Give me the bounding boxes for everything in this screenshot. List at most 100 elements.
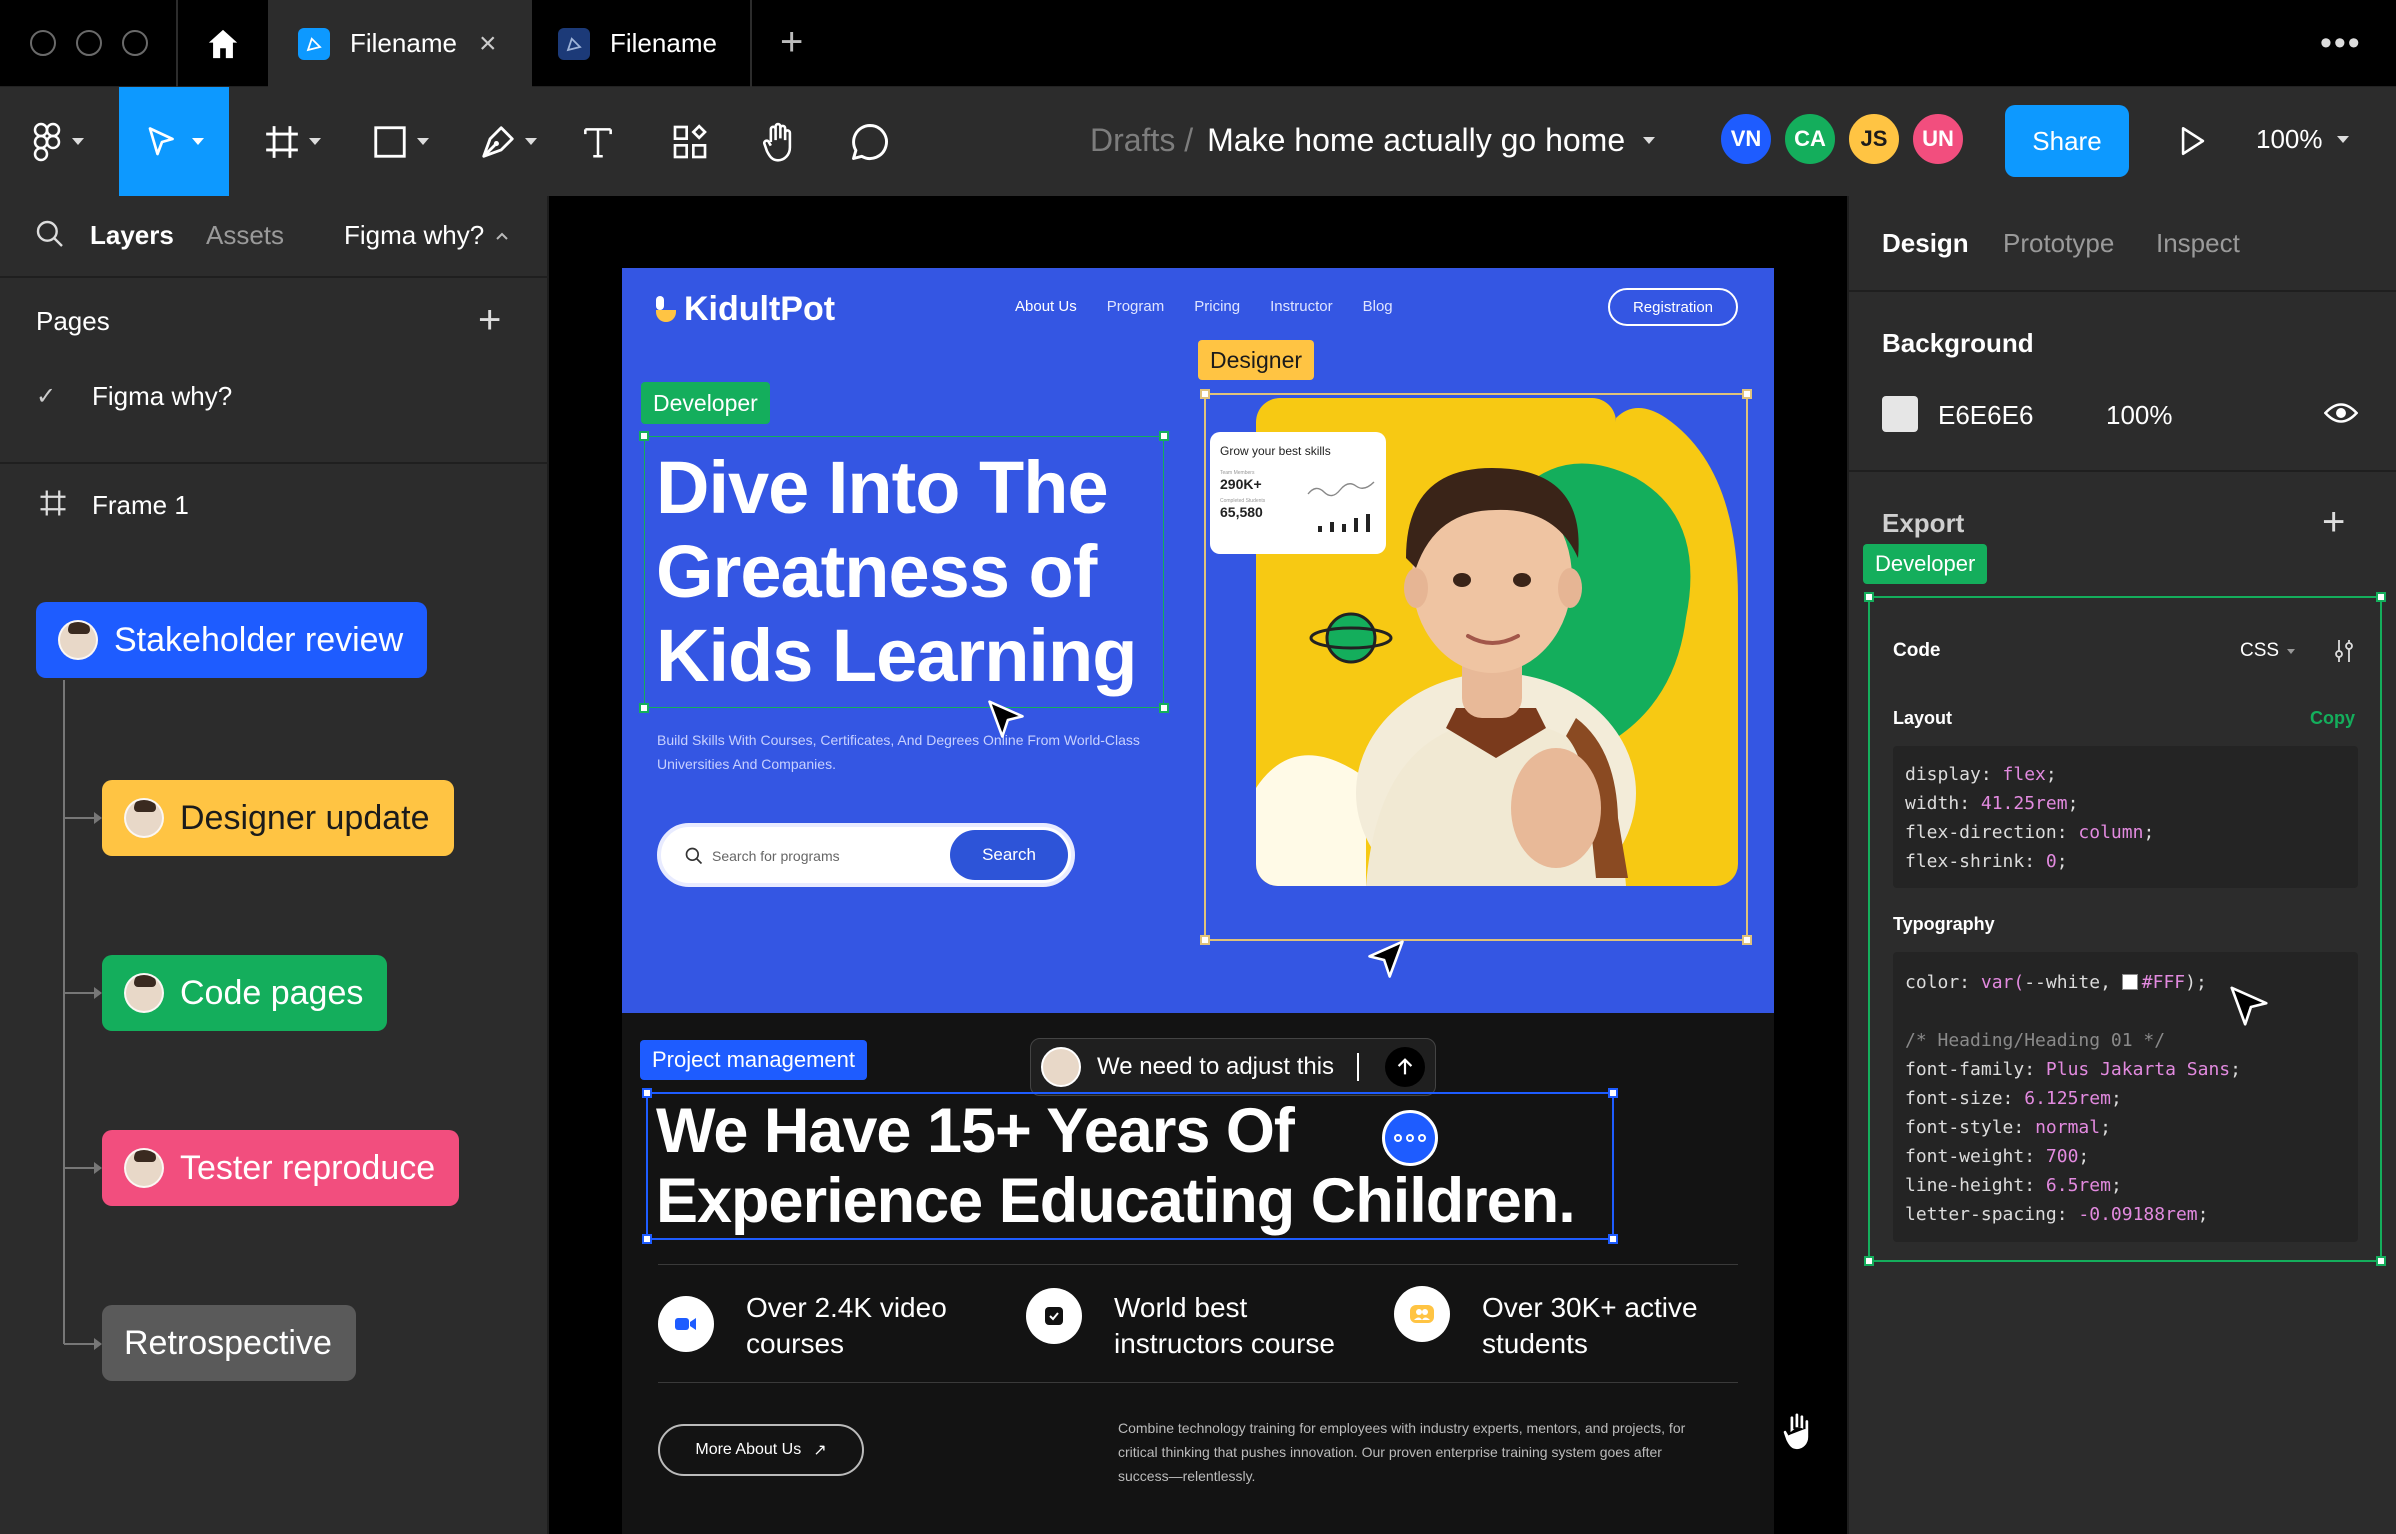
nav-link-pricing[interactable]: Pricing xyxy=(1194,298,1240,315)
code-line: font-style: normal; xyxy=(1905,1117,2111,1138)
flow-pill-stakeholder-review[interactable]: Stakeholder review xyxy=(36,602,428,678)
more-icon[interactable]: ••• xyxy=(2320,24,2362,63)
avatar[interactable]: JS xyxy=(1846,111,1902,167)
background-color-swatch[interactable] xyxy=(1882,396,1918,432)
search-input[interactable]: Search for programs xyxy=(712,848,840,864)
tab-file-1[interactable]: Filename × xyxy=(298,0,496,87)
feature-line: students xyxy=(1482,1328,1588,1359)
typography-title: Typography xyxy=(1893,914,1995,934)
code-prop: font-style xyxy=(1905,1117,2014,1138)
shape-tool-button[interactable] xyxy=(360,87,440,196)
zoom-control[interactable]: 100% xyxy=(2256,124,2349,155)
play-icon xyxy=(2181,126,2205,156)
comment-text[interactable]: We need to adjust this xyxy=(1097,1053,1359,1081)
subtext-line: Build Skills With Courses, Certificates,… xyxy=(657,732,1140,748)
figma-file-icon xyxy=(298,27,330,60)
tab-prototype[interactable]: Prototype xyxy=(2003,228,2114,259)
background-opacity-input[interactable]: 100% xyxy=(2106,400,2173,431)
window-maximize-dot[interactable] xyxy=(122,30,148,56)
move-tool-button[interactable] xyxy=(119,87,229,196)
page-item[interactable]: Figma why? xyxy=(92,381,232,412)
divider xyxy=(658,1382,1738,1383)
code-line: display: flex; xyxy=(1905,764,2057,785)
tab-label: Filename xyxy=(350,28,457,58)
avatar[interactable]: UN xyxy=(1910,111,1966,167)
hero-headline: Dive Into The Greatness of Kids Learning xyxy=(656,446,1137,698)
background-hex-input[interactable]: E6E6E6 xyxy=(1938,400,2033,431)
search-button[interactable]: Search xyxy=(950,830,1068,880)
search-icon xyxy=(684,846,704,871)
eye-icon[interactable] xyxy=(2324,400,2358,426)
window-minimize-dot[interactable] xyxy=(76,30,102,56)
figma-logo-icon xyxy=(33,122,61,161)
flow-pill-tester-reproduce[interactable]: Tester reproduce xyxy=(102,1130,460,1206)
pen-tool-button[interactable] xyxy=(468,87,548,196)
pill-label: Code pages xyxy=(180,973,364,1012)
page-select[interactable]: Figma why? xyxy=(344,220,510,251)
frame-tool-button[interactable] xyxy=(252,87,332,196)
nav-link-about[interactable]: About Us xyxy=(1015,298,1077,315)
add-page-plus-icon[interactable]: + xyxy=(478,300,501,340)
tab-assets[interactable]: Assets xyxy=(206,220,284,251)
nav-link-blog[interactable]: Blog xyxy=(1363,298,1393,315)
tab-file-2[interactable]: Filename xyxy=(558,0,717,87)
avatar[interactable]: VN xyxy=(1718,111,1774,167)
typography-code-block[interactable]: color: var(--white, #FFF); /* Heading/He… xyxy=(1893,952,2358,1242)
code-line: flex-shrink: 0; xyxy=(1905,851,2068,872)
breadcrumb-parent[interactable]: Drafts / xyxy=(1090,122,1193,159)
comment-pin-icon[interactable] xyxy=(1382,1110,1438,1166)
registration-button[interactable]: Registration xyxy=(1608,288,1738,326)
flow-pill-code-pages[interactable]: Code pages xyxy=(102,955,388,1031)
nav-link-program[interactable]: Program xyxy=(1107,298,1165,315)
headline-line: Greatness of xyxy=(656,530,1097,613)
code-value: 41.25rem xyxy=(1980,793,2068,814)
hand-tool-button[interactable] xyxy=(750,87,810,196)
new-tab-plus-icon[interactable]: + xyxy=(780,20,803,64)
add-export-plus-icon[interactable]: + xyxy=(2322,502,2345,542)
comment-tool-button[interactable] xyxy=(840,87,900,196)
copy-button[interactable]: Copy xyxy=(2310,708,2355,729)
comment-input-box[interactable]: We need to adjust this xyxy=(1030,1038,1436,1096)
tab-design[interactable]: Design xyxy=(1882,228,1969,259)
nav-link-instructor[interactable]: Instructor xyxy=(1270,298,1333,315)
code-language-select[interactable]: CSS xyxy=(2240,640,2296,662)
text-tool-button[interactable] xyxy=(570,87,626,196)
present-button[interactable] xyxy=(2178,124,2208,163)
chevron-down-icon xyxy=(192,138,204,145)
tab-inspect[interactable]: Inspect xyxy=(2156,228,2240,259)
layer-frame-1[interactable]: Frame 1 xyxy=(92,490,189,521)
flow-pill-designer-update[interactable]: Designer update xyxy=(102,780,454,856)
chevron-down-icon xyxy=(525,138,537,145)
feature-text: World best instructors course xyxy=(1114,1290,1335,1362)
home-button[interactable] xyxy=(178,0,268,87)
divider xyxy=(1849,470,2396,472)
flow-pill-retrospective[interactable]: Retrospective xyxy=(102,1305,356,1381)
more-about-us-button[interactable]: More About Us ↗ xyxy=(658,1424,864,1476)
chevron-down-icon[interactable] xyxy=(1643,137,1656,144)
search-icon[interactable] xyxy=(34,218,66,255)
cursor-arrow-icon xyxy=(2230,986,2268,1026)
settings-sliders-icon[interactable] xyxy=(2332,638,2356,664)
close-icon[interactable]: × xyxy=(479,27,497,61)
components-tool-button[interactable] xyxy=(660,87,720,196)
paragraph-line: success—relentlessly. xyxy=(1118,1468,1256,1484)
chevron-down-icon xyxy=(2287,648,2296,654)
send-arrow-icon[interactable] xyxy=(1385,1047,1425,1087)
pill-label: Designer update xyxy=(180,798,430,837)
window-close-dot[interactable] xyxy=(30,30,56,56)
file-title[interactable]: Make home actually go home xyxy=(1207,122,1625,159)
frame-hash-icon xyxy=(38,488,68,523)
layout-code-block[interactable]: display: flex; width: 41.25rem; flex-direc… xyxy=(1893,746,2358,888)
site-logo[interactable]: KidultPot xyxy=(656,290,835,329)
brand-name: KidultPot xyxy=(684,290,836,328)
code-prop: ); xyxy=(2185,972,2207,993)
comment-bubble-icon xyxy=(852,123,888,160)
divider xyxy=(750,0,752,87)
share-button[interactable]: Share xyxy=(2005,105,2129,177)
breadcrumb[interactable]: Drafts / Make home actually go home xyxy=(1090,122,1656,159)
avatar xyxy=(124,973,164,1013)
avatar[interactable]: CA xyxy=(1782,111,1838,167)
headline-line: Dive Into The xyxy=(656,446,1109,529)
main-menu-button[interactable] xyxy=(22,87,94,196)
tab-layers[interactable]: Layers xyxy=(90,220,174,251)
